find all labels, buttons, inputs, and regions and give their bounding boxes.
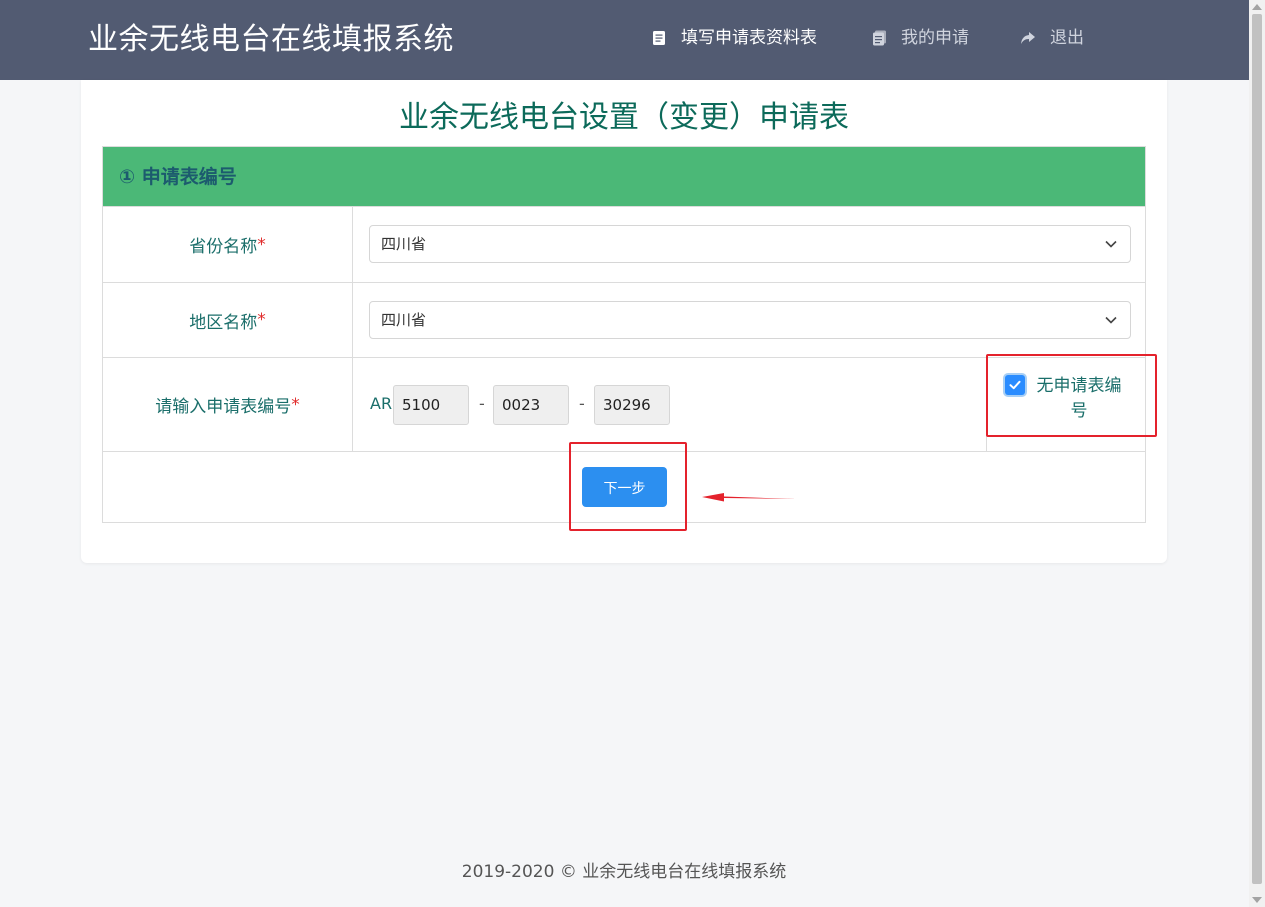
code-part2-input[interactable]: 0023 (493, 385, 569, 425)
nav-my-applications[interactable]: 我的申请 (871, 26, 969, 50)
documents-icon (871, 30, 887, 46)
code-prefix: AR (370, 394, 393, 413)
document-icon (651, 30, 667, 46)
nav-logout[interactable]: 退出 (1020, 26, 1084, 50)
annotation-arrow-icon (702, 493, 796, 502)
form-title: 业余无线电台设置（变更）申请表 (399, 100, 849, 135)
province-row: 省份名称 * 四川省 (102, 207, 1146, 283)
code-separator: - (479, 394, 485, 413)
region-select-value: 四川省 (381, 311, 427, 329)
nav-my-applications-label: 我的申请 (901, 28, 969, 48)
region-label: 地区名称 * (103, 283, 353, 357)
province-label-text: 省份名称 (189, 237, 258, 257)
share-arrow-icon (1020, 30, 1036, 46)
chevron-down-icon (1105, 316, 1117, 324)
app-title: 业余无线电台在线填报系统 (88, 22, 454, 57)
scroll-thumb[interactable] (1252, 14, 1262, 884)
nav-fill-application-label: 填写申请表资料表 (681, 28, 817, 48)
nav-logout-label: 退出 (1050, 28, 1084, 48)
region-label-text: 地区名称 (189, 312, 258, 333)
nav-fill-application[interactable]: 填写申请表资料表 (651, 26, 817, 50)
code-separator: - (579, 394, 585, 413)
footer-copyright: 2019-2020 © 业余无线电台在线填报系统 (461, 862, 787, 882)
required-mark: * (257, 310, 266, 330)
region-row: 地区名称 * 四川省 (102, 283, 1146, 358)
province-label: 省份名称 * (103, 207, 353, 282)
scroll-down-arrow-icon[interactable] (1252, 897, 1262, 903)
province-select[interactable]: 四川省 (369, 225, 1131, 263)
checkmark-icon (1009, 380, 1021, 390)
section-header-application-number: ① 申请表编号 (102, 146, 1146, 207)
vertical-scrollbar[interactable] (1249, 0, 1265, 907)
code-part1-input[interactable]: 5100 (393, 385, 469, 425)
application-code-row: 请输入申请表编号 * AR 5100 - 0023 - 30296 无申请表编号 (102, 358, 1146, 452)
province-select-value: 四川省 (381, 235, 427, 253)
no-code-cell: 无申请表编号 (986, 358, 1146, 451)
chevron-down-icon (1105, 240, 1117, 248)
next-step-button[interactable]: 下一步 (582, 467, 667, 507)
application-code-label: 请输入申请表编号 * (103, 358, 353, 451)
top-navbar: 业余无线电台在线填报系统 填写申请表资料表 我的申请 退出 (0, 0, 1249, 80)
no-code-label[interactable]: 无申请表编号 (1029, 374, 1129, 424)
no-code-checkbox[interactable] (1005, 375, 1025, 395)
region-select[interactable]: 四川省 (369, 301, 1131, 339)
scroll-up-arrow-icon[interactable] (1252, 4, 1262, 10)
required-mark: * (257, 234, 266, 255)
code-part3-input[interactable]: 30296 (594, 385, 670, 425)
required-mark: * (291, 394, 300, 415)
application-code-label-text: 请输入申请表编号 (155, 397, 292, 417)
